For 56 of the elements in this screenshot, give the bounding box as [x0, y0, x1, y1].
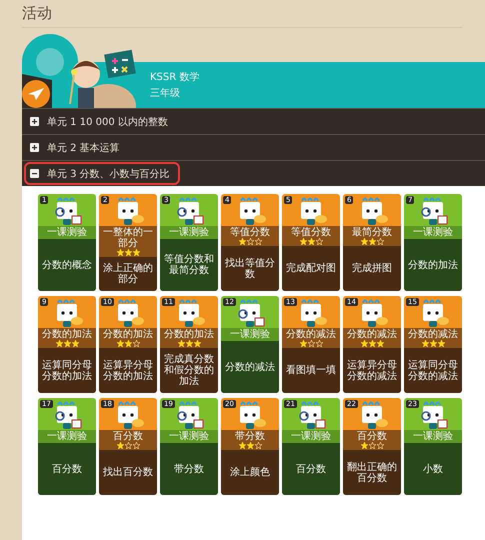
expand-icon: [30, 117, 39, 126]
activity-title: 翻出正确的百分数: [346, 462, 398, 484]
activity-type: 最简分数: [352, 227, 392, 238]
unit-toggle[interactable]: 单元 3 分数、小数与百分比: [24, 162, 180, 185]
filled-star-icon: [116, 442, 124, 449]
activity-title: 等值分数和最简分数: [163, 254, 215, 276]
activity-title: 分数的减法: [225, 362, 275, 372]
activity-type: 分数的加法: [103, 329, 153, 340]
filled-star-icon: [300, 340, 306, 347]
activity-title: 完成真分数和假分数的加法: [163, 354, 215, 387]
activity-type: 分数的加法: [42, 329, 92, 340]
unit-toggle[interactable]: 单元 1 10 000 以内的整数: [24, 110, 178, 133]
activity-type: 一课测验: [413, 431, 453, 442]
activity-title: 完成配对图: [286, 263, 336, 274]
activity-type: 百分数: [113, 431, 143, 442]
expand-icon: [30, 143, 39, 152]
activity-type: 一课测验: [291, 431, 331, 442]
activity-title: 分数的加法: [408, 260, 458, 270]
activity-type: 分数的减法: [347, 329, 397, 340]
activity-title: 看图填一填: [286, 365, 336, 376]
activity-type: 分数的加法: [164, 329, 214, 340]
activity-type: 等值分数: [230, 227, 270, 238]
activity-type: 一课测验: [169, 227, 209, 238]
activity-title: 带分数: [174, 464, 204, 474]
activity-type: 带分数: [235, 431, 265, 442]
activity-title: 运算同分母分数的加法: [41, 360, 93, 382]
unit-toggle[interactable]: 单元 2 基本运算: [24, 136, 130, 159]
activity-type: 一课测验: [47, 227, 87, 238]
filled-star-icon: [360, 442, 368, 449]
activity-title: 完成拼图: [352, 263, 392, 274]
activity-type: 一课测验: [169, 431, 209, 442]
activity-title: 运算同分母分数的减法: [407, 360, 459, 382]
collapse-icon: [30, 169, 39, 178]
activity-title: 涂上正确的部分: [102, 263, 154, 285]
activity-type: 一课测验: [413, 227, 453, 238]
activity-title: 找出等值分数: [224, 258, 276, 280]
activity-title: 小数: [423, 464, 443, 474]
activity-title: 涂上颜色: [230, 467, 270, 478]
activity-type: 分数的减法: [286, 329, 336, 340]
filled-star-icon: [238, 238, 246, 245]
activity-type: 分数的减法: [408, 329, 458, 340]
page-title: 活动: [22, 4, 462, 28]
activity-title: 百分数: [52, 464, 82, 474]
course-grade: 三年级: [150, 87, 181, 100]
activity-type: 一课测验: [47, 431, 87, 442]
activity-title: 运算异分母分数的减法: [346, 360, 398, 382]
activity-title: 运算异分母分数的加法: [102, 360, 154, 382]
activity-type: 百分数: [357, 431, 387, 442]
activity-type: 一整体的一部分: [102, 227, 154, 249]
activity-title: 分数的概念: [42, 260, 92, 270]
activity-title: 百分数: [296, 464, 326, 474]
activity-type: 一课测验: [230, 329, 270, 340]
paper-plane-icon: [28, 88, 44, 100]
course-subject: KSSR 数学: [150, 71, 200, 84]
activity-title: 找出百分数: [103, 467, 153, 478]
activity-type: 等值分数: [291, 227, 331, 238]
